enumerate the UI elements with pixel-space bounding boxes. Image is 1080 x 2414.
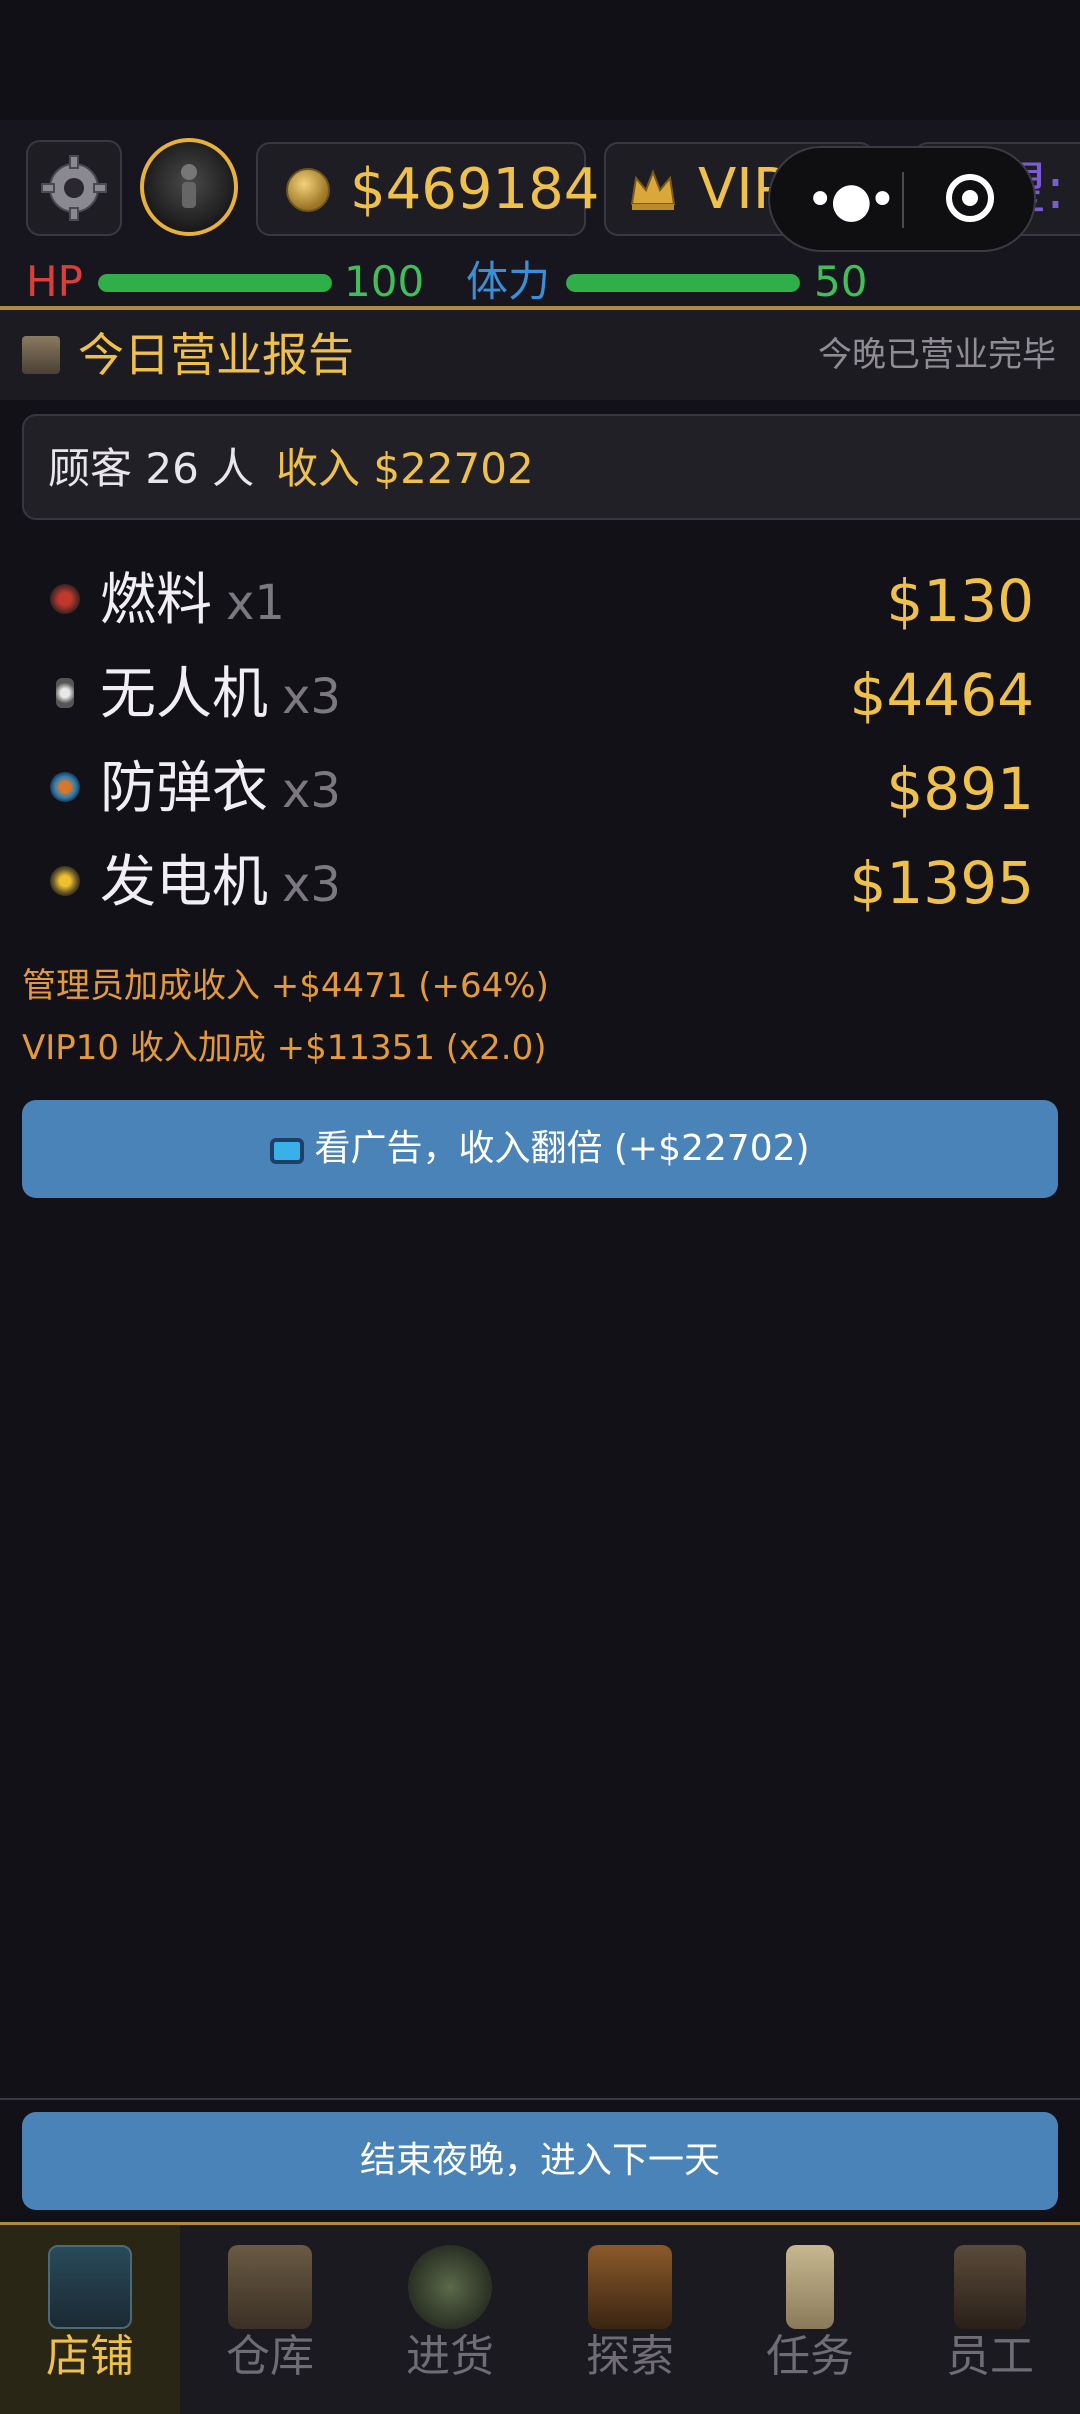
hp-value: 100 [344,257,425,306]
report-title: 今日营业报告 [78,328,354,382]
nav-label: 探索 [586,2331,674,2382]
gear-icon [41,155,107,221]
bottom-nav: 店铺 仓库 进货 探索 任务 员工 [0,2225,1080,2414]
shop-report-icon [22,336,60,374]
shop-icon [48,2245,132,2329]
nav-label: 店铺 [46,2331,134,2382]
nav-label: 任务 [766,2331,854,2382]
item-name: 无人机 [100,662,268,727]
nav-label: 员工 [946,2331,1034,2382]
hp-bar [98,274,332,292]
sales-item-row: 防弹衣 x3 $891 [0,748,1080,828]
item-qty: x1 [226,575,285,631]
nav-label: 进货 [406,2331,494,2382]
nav-item-warehouse[interactable]: 仓库 [180,2225,360,2414]
player-avatar[interactable] [140,138,238,236]
item-price: $130 [886,567,1034,635]
hp-label: HP [26,257,83,306]
watch-ad-label: 看广告，收入翻倍 (+$22702) [314,1128,810,1169]
item-qty: x3 [282,857,341,913]
staff-team-icon [954,2245,1026,2329]
map-icon [588,2245,672,2329]
money-display: $469184 [256,142,599,236]
clipboard-icon [786,2245,834,2329]
stamina-label: 体力 [466,257,551,306]
crown-icon [630,169,676,210]
nav-item-restock[interactable]: 进货 [360,2225,540,2414]
fuel-icon [50,584,80,614]
system-top-area [0,0,1080,120]
capsule-divider [902,172,904,228]
report-status: 今晚已营业完毕 [818,335,1056,375]
item-name: 防弹衣 [100,756,268,821]
more-options-icon[interactable]: •●• [806,176,896,224]
hp-bar-fill [98,274,332,292]
tv-icon [270,1138,305,1164]
sales-item-row: 发电机 x3 $1395 [0,842,1080,922]
nav-label: 仓库 [226,2331,314,2382]
watch-ad-button[interactable]: 看广告，收入翻倍 (+$22702) [22,1100,1058,1198]
item-qty: x3 [282,669,341,725]
manager-bonus: 管理员加成收入 +$4471 (+64%) [22,966,549,1006]
report-summary: 顾客 26 人 收入 $22702 [22,414,1080,520]
stamina-bar-fill [566,274,800,292]
miniprogram-capsule: •●• [768,146,1036,252]
stamina-bar [566,274,800,292]
income-total: 收入 $22702 [276,444,534,493]
nav-item-explore[interactable]: 探索 [540,2225,720,2414]
sales-item-row: 无人机 x3 $4464 [0,654,1080,734]
item-name: 燃料 [100,568,212,633]
nav-item-tasks[interactable]: 任务 [720,2225,900,2414]
item-name: 发电机 [100,850,268,915]
item-price: $4464 [849,661,1034,729]
warehouse-crate-icon [228,2245,312,2329]
coin-icon [286,168,330,212]
armor-icon [50,772,80,802]
end-night-button[interactable]: 结束夜晚，进入下一天 [22,2112,1058,2210]
nav-item-shop[interactable]: 店铺 [0,2225,180,2414]
nav-item-staff[interactable]: 员工 [900,2225,1080,2414]
vip-bonus: VIP10 收入加成 +$11351 (x2.0) [22,1028,547,1068]
sales-item-row: 燃料 x1 $130 [0,560,1080,640]
customer-count: 顾客 26 人 [48,444,255,493]
money-amount: $469184 [350,157,600,222]
settings-button[interactable] [26,140,122,236]
divider [0,2098,1080,2100]
item-qty: x3 [282,763,341,819]
item-price: $1395 [849,849,1034,917]
item-price: $891 [886,755,1034,823]
drone-icon [56,678,74,708]
soldier-avatar-icon [181,164,197,208]
report-header: 今日营业报告 今晚已营业完毕 [0,310,1080,400]
close-target-icon[interactable] [946,174,994,222]
generator-icon [50,866,80,896]
truck-icon [408,2245,492,2329]
stamina-value: 50 [814,257,868,306]
